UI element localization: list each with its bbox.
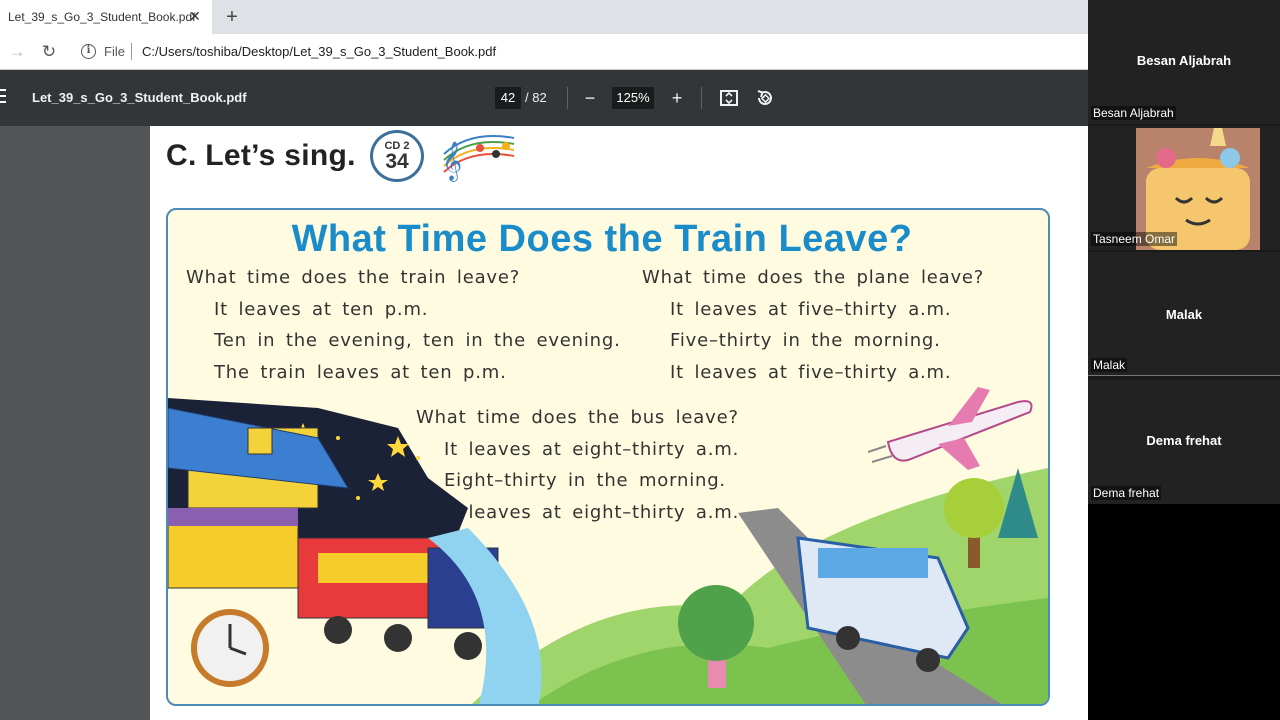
verse-line: What time does the plane leave? bbox=[642, 267, 985, 288]
page-total: / 82 bbox=[525, 90, 547, 105]
rotate-icon[interactable] bbox=[753, 86, 777, 110]
section-heading: C. Let’s sing. bbox=[166, 139, 356, 172]
close-icon[interactable]: ✕ bbox=[188, 9, 202, 23]
zoom-out-icon[interactable]: − bbox=[578, 86, 602, 110]
tab-title: Let_39_s_Go_3_Student_Book.pdf bbox=[8, 10, 196, 24]
new-tab-button[interactable]: + bbox=[222, 6, 242, 28]
pdf-title: Let_39_s_Go_3_Student_Book.pdf bbox=[32, 90, 247, 105]
address-toolbar: → ↻ i File C:/Users/toshiba/Desktop/Let_… bbox=[0, 34, 1088, 70]
panel-background bbox=[1088, 504, 1280, 720]
participant-label: Tasneem Omar bbox=[1091, 232, 1178, 246]
divider bbox=[567, 87, 568, 109]
participant-tile[interactable]: Malak Malak bbox=[1088, 252, 1280, 376]
participant-tile[interactable]: Dema frehat Dema frehat bbox=[1088, 380, 1280, 504]
info-icon[interactable]: i bbox=[81, 44, 96, 59]
url-field[interactable]: C:/Users/toshiba/Desktop/Let_39_s_Go_3_S… bbox=[142, 44, 496, 59]
pdf-page: C. Let’s sing. CD 2 34 𝄞 What Time Does … bbox=[150, 126, 1110, 720]
music-notes-icon: 𝄞 bbox=[442, 135, 515, 182]
screen: Let_39_s_Go_3_Student_Book.pdf ✕ + → ↻ i… bbox=[0, 0, 1280, 720]
cd-track-badge: CD 2 34 bbox=[370, 130, 424, 182]
zoom-in-icon[interactable]: + bbox=[665, 86, 689, 110]
browser-tab[interactable]: Let_39_s_Go_3_Student_Book.pdf ✕ bbox=[0, 0, 212, 34]
song-title: What Time Does the Train Leave? bbox=[291, 218, 913, 260]
participant-name: Besan Aljabrah bbox=[1136, 53, 1232, 68]
divider bbox=[131, 43, 132, 60]
forward-arrow-icon[interactable]: → bbox=[6, 41, 28, 63]
menu-icon[interactable] bbox=[0, 89, 6, 107]
song-panel: What Time Does the Train Leave? What tim… bbox=[166, 208, 1050, 706]
verse-plane: What time does the plane leave? It leave… bbox=[642, 262, 984, 388]
pdf-toolbar: Let_39_s_Go_3_Student_Book.pdf 42 / 82 −… bbox=[0, 70, 1088, 126]
svg-text:𝄞: 𝄞 bbox=[442, 141, 462, 182]
participant-name: Malak bbox=[1165, 307, 1203, 322]
participant-label: Besan Aljabrah bbox=[1091, 106, 1176, 120]
page-number-input[interactable]: 42 bbox=[495, 87, 521, 109]
participant-tile[interactable]: Tasneem Omar bbox=[1088, 126, 1280, 250]
clock-icon bbox=[191, 609, 269, 687]
fit-page-icon[interactable] bbox=[717, 86, 741, 110]
verse-line: What time does the train leave? bbox=[186, 267, 521, 288]
verse-line: Ten in the evening, ten in the evening. bbox=[214, 330, 621, 351]
verse-line: It leaves at ten p.m. bbox=[214, 298, 429, 320]
cd-number: 34 bbox=[385, 150, 409, 173]
divider bbox=[1088, 375, 1280, 376]
file-label: File bbox=[104, 44, 125, 59]
verse-line: Five–thirty in the morning. bbox=[670, 330, 941, 351]
participant-label: Malak bbox=[1091, 358, 1128, 372]
divider bbox=[701, 87, 702, 109]
pdf-viewer[interactable]: C. Let’s sing. CD 2 34 𝄞 What Time Does … bbox=[0, 126, 1110, 720]
tab-strip: Let_39_s_Go_3_Student_Book.pdf ✕ + bbox=[0, 0, 1088, 34]
verse-train: What time does the train leave? It leave… bbox=[186, 262, 621, 388]
reload-icon[interactable]: ↻ bbox=[38, 41, 60, 63]
verse-line: It leaves at five–thirty a.m. bbox=[670, 298, 952, 320]
verse-line: The train leaves at ten p.m. bbox=[214, 361, 507, 383]
participant-tile[interactable]: Besan Aljabrah Besan Aljabrah bbox=[1088, 0, 1280, 124]
airplane-illustration bbox=[868, 387, 1033, 470]
participant-name: Dema frehat bbox=[1146, 433, 1222, 448]
participant-label: Dema frehat bbox=[1091, 486, 1162, 500]
zoom-input[interactable]: 125% bbox=[612, 87, 654, 109]
